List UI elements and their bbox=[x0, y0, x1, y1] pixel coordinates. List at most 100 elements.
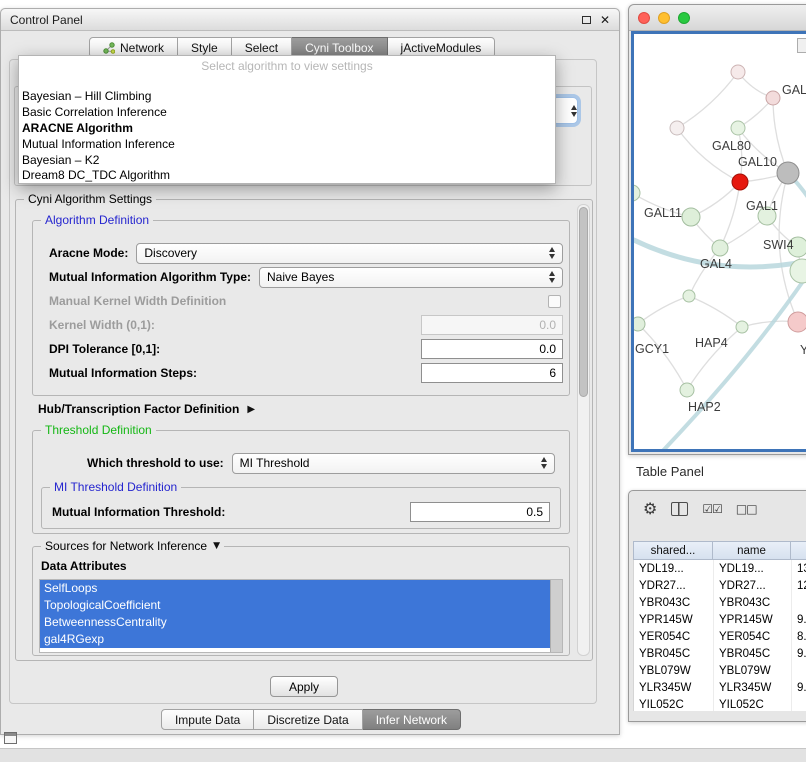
table-row[interactable]: YBR045CYBR045C9. bbox=[634, 645, 806, 662]
zoom-button[interactable] bbox=[678, 12, 690, 24]
algorithm-option-bayesian-hill-climbing[interactable]: Bayesian – Hill Climbing bbox=[19, 89, 555, 105]
network-node[interactable] bbox=[682, 208, 700, 226]
network-edge[interactable] bbox=[677, 128, 740, 182]
close-button[interactable] bbox=[638, 12, 650, 24]
algorithm-option-bayesian-k2[interactable]: Bayesian – K2 bbox=[19, 153, 555, 169]
data-attributes-list: SelfLoopsTopologicalCoefficientBetweenne… bbox=[39, 579, 563, 653]
bottom-tab-discretize-data[interactable]: Discretize Data bbox=[254, 709, 362, 730]
network-node[interactable] bbox=[712, 240, 728, 256]
select-all-columns-icon[interactable]: ☑☑ bbox=[702, 502, 722, 516]
close-window-icon[interactable]: ✕ bbox=[600, 14, 610, 26]
minimize-button[interactable] bbox=[658, 12, 670, 24]
minimized-window-icon[interactable] bbox=[4, 732, 17, 744]
network-edge[interactable] bbox=[638, 296, 689, 324]
network-node[interactable] bbox=[731, 121, 745, 135]
data-attribute-topologicalcoefficient[interactable]: TopologicalCoefficient bbox=[40, 597, 550, 614]
table-panel-title: Table Panel bbox=[636, 464, 704, 479]
table-cell: YER054C bbox=[634, 628, 714, 645]
table-settings-gear-icon[interactable]: ⚙ bbox=[643, 501, 657, 517]
list-scrollbar[interactable] bbox=[550, 580, 562, 652]
float-window-icon[interactable] bbox=[582, 16, 591, 24]
aracne-mode-label: Aracne Mode: bbox=[49, 246, 128, 260]
network-edge[interactable] bbox=[677, 72, 738, 128]
table-cell: 13 bbox=[792, 560, 806, 577]
network-node[interactable] bbox=[670, 121, 684, 135]
network-edge[interactable] bbox=[689, 296, 742, 327]
dpi-tolerance-input[interactable]: 0.0 bbox=[421, 339, 563, 359]
mi-steps-input[interactable]: 6 bbox=[421, 363, 563, 383]
hub-tf-section-toggle[interactable]: Hub/Transcription Factor Definition ▶ bbox=[38, 402, 255, 416]
table-row[interactable]: YBL079WYBL079W bbox=[634, 662, 806, 679]
network-node[interactable] bbox=[788, 312, 806, 332]
network-window-titlebar[interactable] bbox=[629, 5, 806, 31]
mi-threshold-definition-group: MI Threshold Definition Mutual Informati… bbox=[41, 487, 561, 529]
network-node[interactable] bbox=[732, 174, 748, 190]
table-cell bbox=[792, 594, 806, 611]
network-scrollbar-button[interactable] bbox=[797, 38, 806, 53]
mi-algorithm-type-select[interactable]: Naive Bayes bbox=[259, 267, 563, 288]
algorithm-definition-title: Algorithm Definition bbox=[41, 213, 153, 227]
table-header-col2[interactable] bbox=[791, 541, 806, 560]
manual-kernel-checkbox[interactable] bbox=[548, 295, 561, 308]
table-row[interactable]: YDL19...YDL19...13 bbox=[634, 560, 806, 577]
table-row[interactable]: YDR27...YDR27...12 bbox=[634, 577, 806, 594]
collapse-arrow-icon[interactable]: ▼ bbox=[213, 539, 220, 553]
table-row[interactable]: YLR345WYLR345W9. bbox=[634, 679, 806, 696]
sources-title[interactable]: Sources for Network Inference bbox=[45, 539, 207, 553]
network-node[interactable] bbox=[634, 317, 645, 331]
aracne-mode-select[interactable]: Discovery bbox=[136, 243, 563, 264]
network-canvas[interactable]: GALGAL80GAL10GAL11GAL1SWI4GAL4GCY1HAP4HA… bbox=[631, 31, 806, 452]
network-node[interactable] bbox=[634, 185, 640, 201]
table-cell: 9. bbox=[792, 645, 806, 662]
settings-scrollbar[interactable] bbox=[577, 204, 590, 656]
data-attribute-betweennesscentrality[interactable]: BetweennessCentrality bbox=[40, 614, 550, 631]
network-svg: GALGAL80GAL10GAL11GAL1SWI4GAL4GCY1HAP4HA… bbox=[634, 34, 806, 452]
kernel-width-label: Kernel Width (0,1): bbox=[49, 318, 155, 332]
table-row[interactable]: YBR043CYBR043C bbox=[634, 594, 806, 611]
mi-threshold-label: Mutual Information Threshold: bbox=[52, 505, 225, 519]
node-label: GAL bbox=[782, 83, 806, 97]
table-cell: 8. bbox=[792, 628, 806, 645]
combo-arrows-icon bbox=[571, 105, 577, 117]
table-cell: YBL079W bbox=[714, 662, 792, 679]
algorithm-option-dream8-dc-tdc-algorithm[interactable]: Dream8 DC_TDC Algorithm bbox=[19, 168, 555, 184]
table-body: YDL19...YDL19...13YDR27...YDR27...12YBR0… bbox=[633, 560, 806, 711]
table-header-shared[interactable]: shared... bbox=[633, 541, 713, 560]
data-attribute-gal4rgexp[interactable]: gal4RGexp bbox=[40, 631, 550, 648]
mi-threshold-input[interactable]: 0.5 bbox=[410, 502, 550, 522]
network-edge-highlighted[interactable] bbox=[656, 277, 806, 452]
network-icon bbox=[103, 42, 115, 54]
algorithm-option-aracne-algorithm[interactable]: ARACNE Algorithm bbox=[19, 121, 555, 137]
table-cell: YBR043C bbox=[634, 594, 714, 611]
bottom-tab-impute-data[interactable]: Impute Data bbox=[161, 709, 254, 730]
scrollbar-thumb[interactable] bbox=[579, 207, 588, 397]
network-edge[interactable] bbox=[689, 248, 720, 296]
network-node[interactable] bbox=[683, 290, 695, 302]
unselect-all-columns-icon[interactable]: □□ bbox=[736, 502, 757, 516]
algorithm-option-mutual-information-inference[interactable]: Mutual Information Inference bbox=[19, 137, 555, 153]
algorithm-option-basic-correlation-inference[interactable]: Basic Correlation Inference bbox=[19, 105, 555, 121]
network-node[interactable] bbox=[777, 162, 799, 184]
apply-button[interactable]: Apply bbox=[270, 676, 338, 697]
network-node[interactable] bbox=[766, 91, 780, 105]
table-toolbar: ⚙ ☑☑ □□ bbox=[643, 501, 757, 517]
table-row[interactable]: YER054CYER054C8. bbox=[634, 628, 806, 645]
threshold-type-select[interactable]: MI Threshold bbox=[232, 453, 555, 474]
data-attribute-selfloops[interactable]: SelfLoops bbox=[40, 580, 550, 597]
show-columns-icon[interactable] bbox=[671, 502, 688, 516]
node-label: GCY1 bbox=[635, 342, 669, 356]
tab-label: jActiveModules bbox=[401, 41, 482, 55]
table-cell: YBR045C bbox=[634, 645, 714, 662]
network-node[interactable] bbox=[736, 321, 748, 333]
table-header-name[interactable]: name bbox=[713, 541, 791, 560]
network-edge[interactable] bbox=[638, 324, 687, 390]
table-cell: YDR27... bbox=[714, 577, 792, 594]
table-row[interactable]: YIL052CYIL052C bbox=[634, 696, 806, 711]
table-row[interactable]: YPR145WYPR145W9. bbox=[634, 611, 806, 628]
window-title: Control Panel bbox=[10, 13, 83, 27]
network-node[interactable] bbox=[731, 65, 745, 79]
network-node[interactable] bbox=[680, 383, 694, 397]
table-cell: YDL19... bbox=[714, 560, 792, 577]
bottom-tab-infer-network[interactable]: Infer Network bbox=[363, 709, 461, 730]
control-panel-titlebar[interactable]: Control Panel ✕ bbox=[1, 9, 619, 31]
